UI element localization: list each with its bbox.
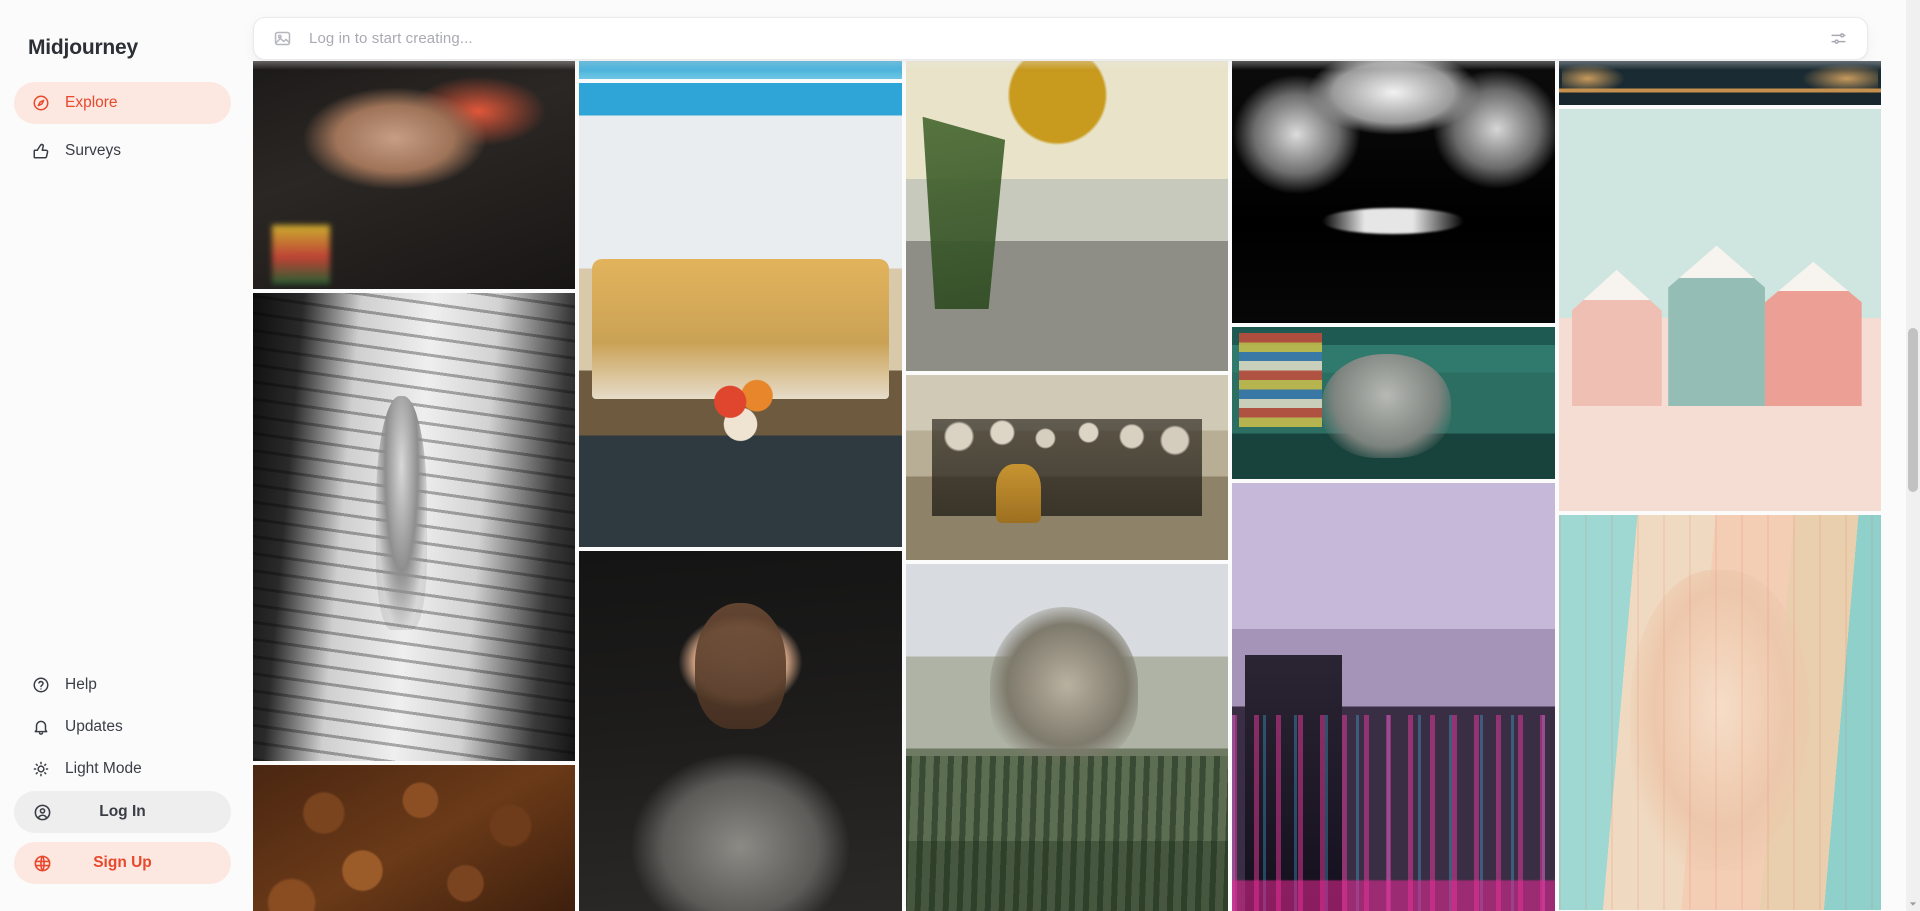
thumbs-up-icon bbox=[31, 141, 51, 161]
gallery-tile-neon-city-rain[interactable] bbox=[1232, 483, 1555, 911]
user-circle-icon bbox=[31, 801, 53, 823]
tile-artwork bbox=[1232, 483, 1555, 911]
sidebar-item-updates[interactable]: Updates bbox=[14, 707, 231, 747]
gallery-column bbox=[905, 61, 1229, 911]
tile-artwork bbox=[1558, 109, 1881, 511]
gallery-tile-latex-fashion-monochrome[interactable] bbox=[1232, 61, 1555, 323]
tile-artwork bbox=[1558, 515, 1881, 910]
gallery-column bbox=[579, 61, 902, 911]
sidebar-item-light-mode[interactable]: Light Mode bbox=[14, 749, 231, 789]
main-content bbox=[245, 0, 1920, 911]
tile-artwork bbox=[579, 83, 902, 547]
tile-artwork bbox=[1232, 327, 1555, 479]
gallery-tile-runway-model-grey-coat[interactable] bbox=[579, 551, 902, 911]
sidebar: Midjourney Explore Surveys Help Updates … bbox=[0, 0, 245, 911]
sidebar-item-label: Updates bbox=[65, 718, 123, 735]
search-input[interactable] bbox=[292, 30, 1825, 47]
gallery-tile-coffee-beans-closeup[interactable] bbox=[253, 765, 576, 911]
sign-up-label: Sign Up bbox=[93, 854, 152, 871]
tile-artwork bbox=[253, 61, 576, 289]
sidebar-item-explore[interactable]: Explore bbox=[14, 82, 231, 124]
globe-icon bbox=[31, 852, 53, 874]
gallery-tile-glitch-portrait-diptych[interactable] bbox=[1558, 515, 1881, 910]
sidebar-item-surveys[interactable]: Surveys bbox=[14, 130, 231, 172]
vertical-scrollbar[interactable] bbox=[1906, 0, 1920, 911]
search-bar[interactable] bbox=[253, 17, 1868, 60]
sun-icon bbox=[31, 759, 51, 779]
gallery-tile-ornate-dark-banner[interactable] bbox=[1558, 61, 1881, 105]
brand-title: Midjourney bbox=[28, 36, 139, 59]
sliders-icon[interactable] bbox=[1825, 26, 1851, 52]
log-in-button[interactable]: Log In bbox=[14, 791, 231, 833]
sidebar-item-help[interactable]: Help bbox=[14, 665, 231, 705]
sidebar-item-label: Explore bbox=[65, 94, 118, 111]
secondary-nav: Help Updates Light Mode Log In Sign Up bbox=[0, 665, 245, 911]
tile-artwork bbox=[905, 61, 1229, 371]
log-in-label: Log In bbox=[99, 803, 146, 820]
compass-icon bbox=[31, 93, 51, 113]
gallery-tile-vintage-masked-dolls[interactable] bbox=[905, 375, 1229, 560]
sign-up-button[interactable]: Sign Up bbox=[14, 842, 231, 884]
app-root: Midjourney Explore Surveys Help Updates … bbox=[0, 0, 1920, 911]
tile-artwork bbox=[579, 61, 902, 79]
tile-artwork bbox=[1232, 61, 1555, 323]
question-circle-icon bbox=[31, 675, 51, 695]
gallery-tile-snowy-christmas-village[interactable] bbox=[1558, 109, 1881, 511]
tile-artwork bbox=[905, 375, 1229, 560]
bell-icon bbox=[31, 717, 51, 737]
gallery-tile-firefighter-portrait[interactable] bbox=[253, 61, 576, 289]
sidebar-item-label: Surveys bbox=[65, 142, 121, 159]
image-icon bbox=[272, 29, 292, 49]
tile-artwork bbox=[1558, 61, 1881, 105]
gallery-column bbox=[253, 61, 576, 911]
gallery-tile-koala-in-convenience-store[interactable] bbox=[1232, 327, 1555, 479]
gallery-tile-girl-with-alligator-boardwalk[interactable] bbox=[253, 293, 576, 761]
sidebar-item-label: Help bbox=[65, 676, 97, 693]
scroll-down-arrow[interactable] bbox=[1909, 895, 1917, 906]
gallery-tile-living-room-flowers-gifts[interactable] bbox=[579, 83, 902, 547]
masonry-columns bbox=[253, 0, 1881, 911]
gallery-tile-sky-strip[interactable] bbox=[579, 61, 902, 79]
tile-artwork bbox=[253, 765, 576, 911]
scrollbar-thumb[interactable] bbox=[1908, 328, 1918, 492]
gallery-column bbox=[1558, 61, 1881, 911]
tile-artwork bbox=[905, 564, 1229, 911]
image-gallery bbox=[245, 0, 1881, 911]
tile-artwork bbox=[579, 551, 902, 911]
primary-nav: Explore Surveys bbox=[0, 82, 245, 178]
tile-artwork bbox=[253, 293, 576, 761]
sidebar-item-label: Light Mode bbox=[65, 760, 142, 777]
gallery-column bbox=[1232, 61, 1555, 911]
gallery-tile-mountain-face-double-exposure[interactable] bbox=[905, 564, 1229, 911]
gallery-tile-surreal-street-creature[interactable] bbox=[905, 61, 1229, 371]
